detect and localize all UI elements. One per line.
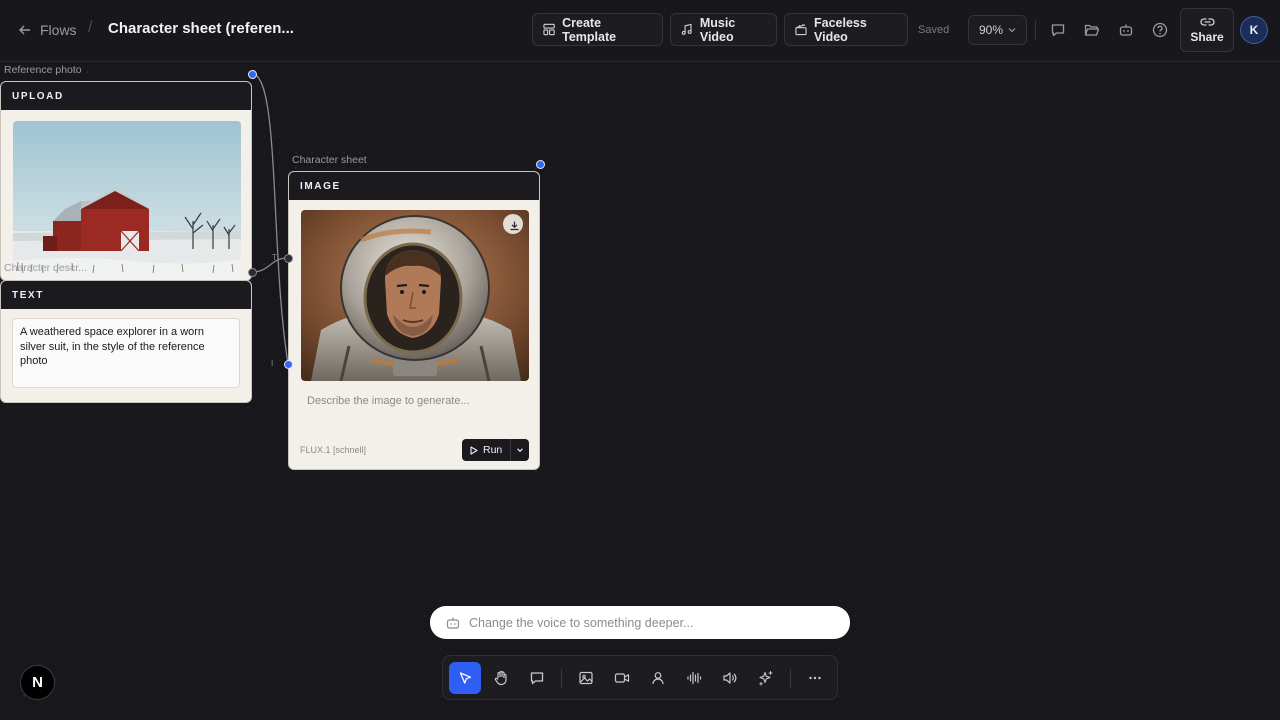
toolbar-separator — [561, 669, 562, 688]
audio-tool[interactable] — [678, 662, 710, 694]
video-camera-icon — [614, 673, 630, 683]
sound-tool[interactable] — [714, 662, 746, 694]
image-node-header: IMAGE — [289, 172, 539, 200]
image-tool[interactable] — [570, 662, 602, 694]
run-button[interactable]: Run — [462, 439, 510, 461]
run-button-group[interactable]: Run — [462, 439, 530, 461]
text-output-handle[interactable] — [248, 268, 257, 277]
chevron-down-icon — [517, 448, 524, 453]
image-node[interactable]: IMAGE Describe the image to generate... … — [288, 171, 540, 470]
sparkle-icon — [759, 671, 773, 686]
image-input-handle-letter: I — [271, 359, 274, 368]
image-text-input-handle[interactable] — [284, 254, 293, 263]
run-options-button[interactable] — [511, 439, 529, 461]
character-tool[interactable] — [642, 662, 674, 694]
astronaut-image — [301, 210, 529, 381]
toolbar-separator — [790, 669, 791, 688]
run-label: Run — [483, 444, 503, 456]
assistant-chat-input[interactable] — [469, 615, 829, 630]
waveform-icon — [687, 671, 702, 685]
select-tool[interactable] — [449, 662, 481, 694]
play-icon — [470, 445, 478, 455]
more-horizontal-icon — [809, 676, 821, 680]
upload-node-header: UPLOAD — [1, 82, 251, 110]
robot-icon — [446, 617, 460, 629]
upload-node[interactable]: UPLOAD — [0, 81, 252, 281]
generated-image — [301, 210, 529, 381]
download-image-button[interactable] — [505, 216, 523, 234]
download-icon — [510, 221, 518, 230]
assistant-chat-bar — [430, 606, 850, 639]
pan-tool[interactable] — [485, 662, 517, 694]
text-node-content[interactable]: A weathered space explorer in a worn sil… — [12, 318, 240, 388]
comment-tool[interactable] — [521, 662, 553, 694]
text-node-header: TEXT — [1, 281, 251, 309]
prompt-input[interactable]: Describe the image to generate... — [307, 395, 470, 407]
more-tools-button[interactable] — [799, 662, 831, 694]
barn-image — [13, 121, 241, 280]
upload-output-handle[interactable] — [248, 70, 257, 79]
person-icon — [652, 672, 664, 685]
upload-node-label: Reference photo — [4, 64, 82, 76]
image-icon — [579, 671, 593, 685]
image-output-handle[interactable] — [536, 160, 545, 169]
image-node-label: Character sheet — [292, 154, 367, 166]
pointer-icon — [459, 671, 471, 684]
ai-tool[interactable] — [750, 662, 782, 694]
text-node-label: Character descr... — [4, 262, 87, 274]
hand-icon — [494, 670, 507, 686]
app-logo-badge[interactable]: N — [20, 665, 55, 700]
comment-icon — [530, 672, 544, 685]
image-reference-input-handle[interactable] — [284, 360, 293, 369]
connector-text-to-image — [251, 257, 289, 273]
canvas-toolbar — [442, 655, 838, 700]
video-tool[interactable] — [606, 662, 638, 694]
text-input-handle-letter: T — [272, 253, 277, 262]
model-selector[interactable]: FLUX.1 [schnell] — [300, 445, 366, 455]
text-node[interactable]: TEXT A weathered space explorer in a wor… — [0, 280, 252, 403]
connector-upload-to-image — [251, 73, 289, 365]
speaker-icon — [723, 672, 737, 684]
reference-photo — [13, 121, 241, 280]
